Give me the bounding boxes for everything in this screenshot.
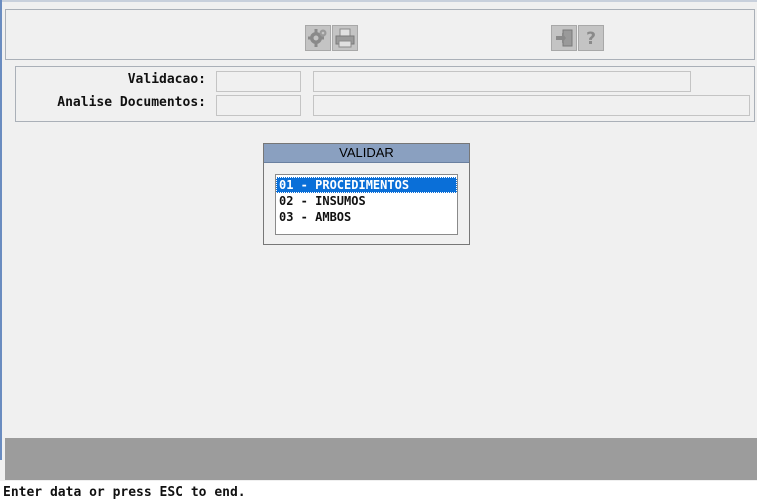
status-bar bbox=[5, 438, 757, 480]
menu-item-procedimentos[interactable]: 01 - PROCEDIMENTOS bbox=[276, 177, 457, 193]
analise-documentos-code-field[interactable] bbox=[216, 95, 301, 116]
validacao-description-field[interactable] bbox=[313, 71, 691, 92]
validacao-code-field[interactable] bbox=[216, 71, 301, 92]
exit-button[interactable] bbox=[551, 25, 577, 51]
exit-door-icon bbox=[556, 29, 573, 47]
toolbar: ? bbox=[5, 9, 755, 60]
window-title-fragment: - - -- ---- ----- bbox=[270, 0, 400, 5]
validar-menu: VALIDAR 01 - PROCEDIMENTOS 02 - INSUMOS … bbox=[263, 143, 470, 245]
analise-documentos-label: Analise Documentos: bbox=[57, 95, 206, 110]
svg-text:?: ? bbox=[586, 29, 596, 49]
window-left-border bbox=[0, 0, 2, 460]
help-question-icon: ? bbox=[586, 29, 596, 49]
print-button[interactable] bbox=[332, 25, 358, 51]
status-message: Enter data or press ESC to end. bbox=[0, 481, 757, 504]
settings-button[interactable] bbox=[305, 25, 331, 51]
help-button[interactable]: ? bbox=[578, 25, 604, 51]
menu-title: VALIDAR bbox=[264, 144, 469, 163]
printer-icon bbox=[335, 28, 355, 48]
analise-documentos-description-field[interactable] bbox=[313, 95, 750, 116]
menu-item-insumos[interactable]: 02 - INSUMOS bbox=[276, 193, 457, 209]
menu-item-ambos[interactable]: 03 - AMBOS bbox=[276, 209, 457, 225]
settings-gear-icon bbox=[308, 29, 327, 47]
validacao-label: Validacao: bbox=[127, 72, 206, 87]
fields-panel: Validacao: Analise Documentos: bbox=[15, 66, 755, 122]
menu-list[interactable]: 01 - PROCEDIMENTOS 02 - INSUMOS 03 - AMB… bbox=[275, 174, 458, 235]
